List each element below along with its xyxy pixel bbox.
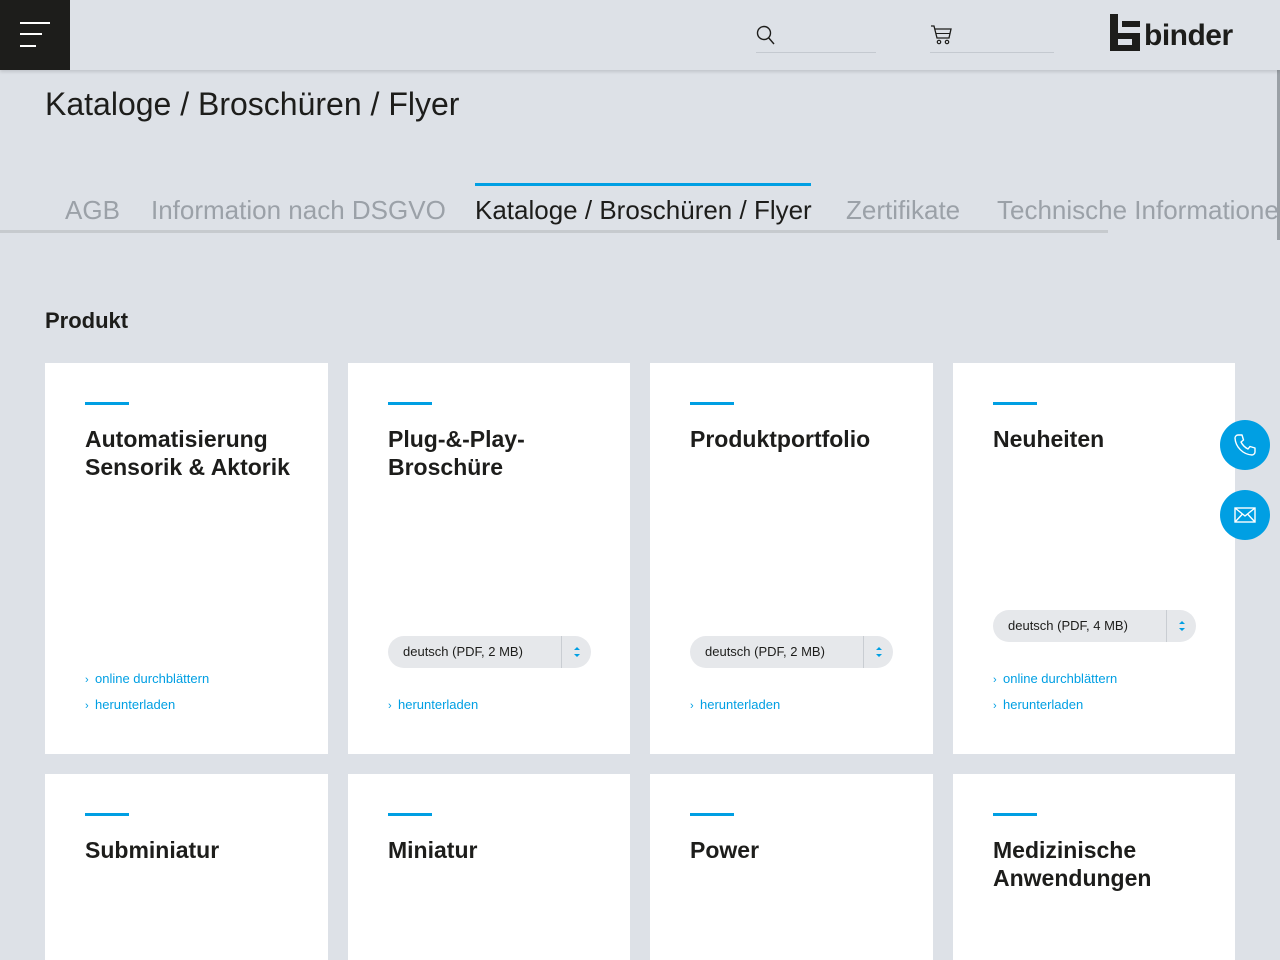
card-title: Miniatur <box>388 837 478 863</box>
card-accent-line <box>993 402 1037 405</box>
link-label: herunterladen <box>1003 697 1084 712</box>
card-accent-line <box>388 813 432 816</box>
chevron-right-icon: › <box>85 700 89 712</box>
site-header: binder <box>0 0 1280 70</box>
card-accent-line <box>690 813 734 816</box>
card-accent-line <box>85 813 129 816</box>
link-label: herunterladen <box>95 697 176 712</box>
tab-bar: AGB Information nach DSGVO Kataloge / Br… <box>0 180 1280 236</box>
tab-zertifikate[interactable]: Zertifikate <box>846 192 960 228</box>
card-title: Subminiatur <box>85 837 220 863</box>
card-accent-line <box>993 813 1037 816</box>
download-link[interactable]: › herunterladen <box>993 697 1083 714</box>
select-arrows-icon <box>561 636 591 668</box>
mail-contact-button[interactable] <box>1220 490 1270 540</box>
card-title: Produktportfolio <box>690 426 871 452</box>
card-title: Medizinische Anwendungen <box>993 837 1152 891</box>
chevron-right-icon: › <box>388 700 392 712</box>
link-label: online durchblättern <box>95 671 210 686</box>
tab-dsgvo[interactable]: Information nach DSGVO <box>151 192 446 228</box>
chevron-right-icon: › <box>85 674 89 686</box>
tab-technische-informationen[interactable]: Technische Informationen <box>997 192 1280 228</box>
logo-text: binder <box>1144 19 1233 52</box>
card-accent-line <box>690 402 734 405</box>
card-accent-line <box>388 402 432 405</box>
language-select-value: deutsch (PDF, 4 MB) <box>1008 618 1128 633</box>
shopping-cart-icon <box>931 25 952 45</box>
language-select-value: deutsch (PDF, 2 MB) <box>403 644 523 659</box>
chevron-right-icon: › <box>690 700 694 712</box>
card-title: Neuheiten <box>993 426 1105 452</box>
catalog-card: Miniatur <box>348 774 630 960</box>
catalog-card: Plug-&-Play-Broschüre deutsch (PDF, 2 MB… <box>348 363 630 754</box>
card-title: Plug-&-Play-Broschüre <box>388 426 525 480</box>
link-label: herunterladen <box>700 697 781 712</box>
menu-button[interactable] <box>0 0 70 70</box>
binder-logo[interactable]: binder <box>1108 13 1238 55</box>
link-label: online durchblättern <box>1003 671 1118 686</box>
catalog-card: Produktportfolio deutsch (PDF, 2 MB) › he… <box>650 363 933 754</box>
language-select[interactable]: deutsch (PDF, 2 MB) <box>690 636 893 668</box>
card-title: Automatisierung Sensorik & Aktorik <box>85 426 290 480</box>
link-label: herunterladen <box>398 697 479 712</box>
catalog-card: Power <box>650 774 933 960</box>
download-link[interactable]: › herunterladen <box>85 697 175 714</box>
section-title: Produkt <box>45 308 129 333</box>
online-browse-link[interactable]: › online durchblättern <box>993 671 1117 688</box>
phone-icon <box>1234 434 1256 456</box>
chevron-right-icon: › <box>993 700 997 712</box>
language-select[interactable]: deutsch (PDF, 4 MB) <box>993 610 1196 642</box>
language-select-value: deutsch (PDF, 2 MB) <box>705 644 825 659</box>
mail-icon <box>1234 507 1256 523</box>
page-title: Kataloge / Broschüren / Flyer <box>45 86 460 122</box>
hamburger-menu-icon-line <box>20 33 42 35</box>
card-title: Power <box>690 837 760 863</box>
catalog-card: Medizinische Anwendungen <box>953 774 1235 960</box>
chevron-right-icon: › <box>993 674 997 686</box>
select-arrows-icon <box>863 636 893 668</box>
download-link[interactable]: › herunterladen <box>690 697 780 714</box>
catalog-card: Subminiatur <box>45 774 328 960</box>
binder-logo-mark <box>1110 14 1140 51</box>
catalog-card: Automatisierung Sensorik & Aktorik › onli… <box>45 363 328 754</box>
search-icon <box>756 25 775 45</box>
hamburger-menu-icon <box>20 22 50 24</box>
tab-bar-baseline <box>0 230 1108 233</box>
tab-kataloge[interactable]: Kataloge / Broschüren / Flyer <box>475 192 812 228</box>
tab-agb[interactable]: AGB <box>65 192 120 228</box>
catalog-card: Neuheiten deutsch (PDF, 4 MB) › online du… <box>953 363 1235 754</box>
search-field[interactable] <box>756 20 876 53</box>
phone-contact-button[interactable] <box>1220 420 1270 470</box>
online-browse-link[interactable]: › online durchblättern <box>85 671 209 688</box>
language-select[interactable]: deutsch (PDF, 2 MB) <box>388 636 591 668</box>
download-link[interactable]: › herunterladen <box>388 697 478 714</box>
select-arrows-icon <box>1166 610 1196 642</box>
hamburger-menu-icon-line <box>20 45 36 47</box>
card-accent-line <box>85 402 129 405</box>
cart-button[interactable] <box>930 20 1054 53</box>
active-tab-indicator <box>475 183 811 186</box>
